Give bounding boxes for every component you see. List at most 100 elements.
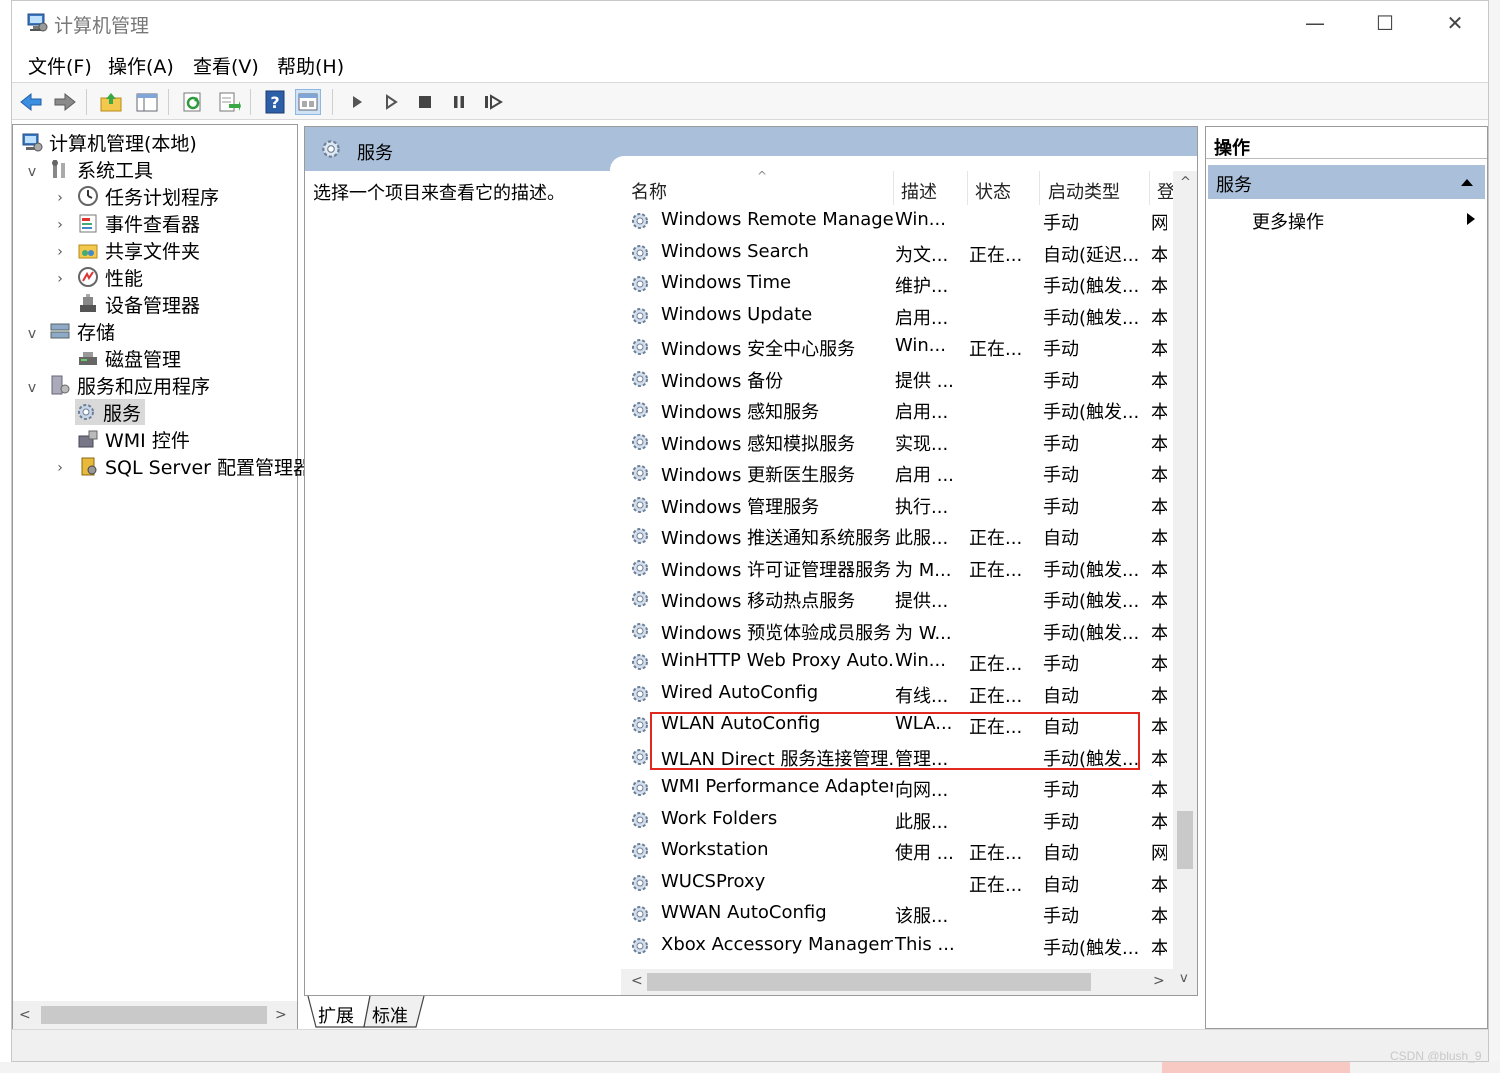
tab-extended[interactable]: 扩展 <box>318 1002 354 1028</box>
column-separator[interactable] <box>1039 171 1040 205</box>
service-row[interactable]: Windows 备份 提供 ... 手动 本 <box>621 363 1181 395</box>
up-folder-icon[interactable] <box>98 89 124 115</box>
services-hscroll-thumb[interactable] <box>647 973 1091 991</box>
service-row[interactable]: Xbox Accessory Managem... This ... 手动(触发..… <box>621 930 1181 962</box>
service-row[interactable]: Windows Remote Manage...Win... 手动 网 <box>621 205 1181 237</box>
scroll-right-arrow-icon[interactable]: > <box>1153 973 1165 989</box>
service-gear-icon <box>632 874 648 891</box>
column-separator[interactable] <box>1149 171 1150 205</box>
service-row[interactable]: WWAN AutoConfig 该服... 手动 本 <box>621 898 1181 930</box>
service-row[interactable]: Work Folders 此服... 手动 本 <box>621 804 1181 836</box>
scroll-left-arrow-icon[interactable]: < <box>631 973 643 989</box>
scroll-right-arrow-icon[interactable]: > <box>275 1007 287 1023</box>
start-service-alt-icon[interactable] <box>378 89 404 115</box>
service-row[interactable]: Windows 推送通知系统服务此服... 正在... 自动 本 <box>621 520 1181 552</box>
service-startup-type: 手动(触发... <box>1043 622 1140 644</box>
service-row[interactable]: Windows 安全中心服务 Win... 正在... 手动 本 <box>621 331 1181 363</box>
service-row[interactable]: Workstation 使用 ... 正在... 自动 网 <box>621 835 1181 867</box>
service-row[interactable]: Windows Time 维护... 手动(触发... 本 <box>621 268 1181 300</box>
service-row[interactable]: Windows 感知模拟服务 实现... 手动 本 <box>621 426 1181 458</box>
menu-file[interactable]: 文件(F) <box>28 52 92 79</box>
tree-horizontal-scrollbar[interactable]: < > <box>13 1001 297 1029</box>
tree-item-shared-folders[interactable]: 共享文件夹 <box>77 237 200 263</box>
menu-help[interactable]: 帮助(H) <box>277 52 344 79</box>
forward-icon[interactable] <box>52 89 78 115</box>
scroll-up-arrow-icon[interactable]: ^ <box>1180 175 1191 190</box>
services-vertical-scrollbar[interactable]: ^ v <box>1173 171 1197 995</box>
close-button[interactable]: ✕ <box>1420 1 1488 45</box>
resume-service-icon[interactable] <box>480 89 506 115</box>
actions-more-actions[interactable]: 更多操作 <box>1208 203 1485 235</box>
column-header-status[interactable]: 状态 <box>975 178 1011 204</box>
scroll-left-arrow-icon[interactable]: < <box>19 1007 31 1023</box>
tree-item-device-manager[interactable]: 设备管理器 <box>77 291 200 317</box>
expand-chevron-icon[interactable]: › <box>53 245 67 259</box>
column-header-name[interactable]: 名称 <box>631 178 667 204</box>
collapse-chevron-icon[interactable]: v <box>25 165 39 179</box>
actions-section-services[interactable]: 服务 <box>1208 165 1485 199</box>
service-status: 正在... <box>969 874 1023 896</box>
service-gear-icon <box>632 276 648 292</box>
column-header-logon-as[interactable]: 登 <box>1157 178 1173 204</box>
service-row[interactable]: WMI Performance Adapter向网... 手动 本 <box>621 772 1181 804</box>
tree-item-performance[interactable]: 性能 <box>77 264 143 290</box>
tree-item-system-tools[interactable]: 系统工具 <box>49 156 153 182</box>
column-separator[interactable] <box>893 171 894 205</box>
menu-view[interactable]: 查看(V) <box>193 52 259 79</box>
service-row[interactable]: Windows 许可证管理器服务为 M... 正在... 手动(触发... 本 <box>621 552 1181 584</box>
tree-item-storage[interactable]: 存储 <box>49 318 115 344</box>
service-name: WinHTTP Web Proxy Auto... <box>661 650 893 671</box>
pause-service-icon[interactable] <box>446 89 472 115</box>
tree-item-computer-management[interactable]: 计算机管理(本地) <box>21 129 197 155</box>
stop-service-icon[interactable] <box>412 89 438 115</box>
start-service-icon[interactable] <box>344 89 370 115</box>
service-row[interactable]: Windows 移动热点服务 提供... 手动(触发... 本 <box>621 583 1181 615</box>
services-horizontal-scrollbar[interactable]: < > <box>621 969 1173 995</box>
expand-chevron-icon[interactable]: › <box>53 218 67 232</box>
maximize-button[interactable]: ☐ <box>1350 1 1420 45</box>
refresh-icon[interactable] <box>180 89 206 115</box>
tree-item-task-scheduler[interactable]: 任务计划程序 <box>77 183 219 209</box>
actions-section-label: 服务 <box>1216 175 1252 196</box>
services-scroll-thumb[interactable] <box>1177 811 1193 869</box>
service-row[interactable]: Wired AutoConfig 有线... 正在... 自动 本 <box>621 678 1181 710</box>
menu-action[interactable]: 操作(A) <box>108 52 174 79</box>
service-description: 为文... <box>895 244 949 266</box>
service-row[interactable]: Windows Search 为文... 正在... 自动(延迟... 本 <box>621 237 1181 269</box>
service-row[interactable]: WinHTTP Web Proxy Auto...Win... 正在... 手动 本 <box>621 646 1181 678</box>
tree-item-sql-server-config[interactable]: SQL Server 配置管理器 <box>77 453 312 479</box>
service-row[interactable]: WUCSProxy 正在... 自动 本 <box>621 867 1181 899</box>
tree-item-wmi-control[interactable]: WMI 控件 <box>77 426 190 452</box>
minimize-button[interactable]: — <box>1280 1 1350 45</box>
collapse-chevron-icon[interactable]: v <box>25 381 39 395</box>
service-row[interactable]: Windows Update 启用... 手动(触发... 本 <box>621 300 1181 332</box>
collapse-up-icon[interactable] <box>1460 177 1474 187</box>
tree-item-services[interactable]: 服务 <box>75 399 146 425</box>
expand-chevron-icon[interactable]: › <box>53 191 67 205</box>
service-name: Windows Remote Manage... <box>661 209 893 230</box>
title-bar[interactable]: 计算机管理 — ☐ ✕ <box>12 1 1488 45</box>
service-logon-as: 本 <box>1151 902 1167 928</box>
service-description: 使用 ... <box>895 843 954 864</box>
export-list-icon[interactable] <box>216 89 242 115</box>
collapse-chevron-icon[interactable]: v <box>25 327 39 341</box>
column-header-startup-type[interactable]: 启动类型 <box>1048 178 1120 204</box>
tree-item-event-viewer[interactable]: 事件查看器 <box>77 210 200 236</box>
expand-chevron-icon[interactable]: › <box>53 461 67 475</box>
tree-item-services-and-applications[interactable]: 服务和应用程序 <box>49 372 210 398</box>
expand-chevron-icon[interactable]: › <box>53 272 67 286</box>
column-header-description[interactable]: 描述 <box>901 178 937 204</box>
column-separator[interactable] <box>967 171 968 205</box>
back-icon[interactable] <box>18 89 44 115</box>
show-hide-tree-icon[interactable] <box>134 89 160 115</box>
service-row[interactable]: Windows 管理服务 执行... 手动 本 <box>621 489 1181 521</box>
service-row[interactable]: Windows 预览体验成员服务为 W... 手动(触发... 本 <box>621 615 1181 647</box>
tab-standard[interactable]: 标准 <box>372 1002 408 1028</box>
properties-icon[interactable] <box>295 89 321 115</box>
service-row[interactable]: Windows 感知服务 启用... 手动(触发... 本 <box>621 394 1181 426</box>
service-row[interactable]: Windows 更新医生服务 启用 ... 手动 本 <box>621 457 1181 489</box>
scroll-down-arrow-icon[interactable]: v <box>1180 971 1188 986</box>
tree-scroll-thumb[interactable] <box>41 1006 267 1024</box>
tree-item-disk-management[interactable]: 磁盘管理 <box>77 345 181 371</box>
help-icon[interactable]: ? <box>262 89 288 115</box>
